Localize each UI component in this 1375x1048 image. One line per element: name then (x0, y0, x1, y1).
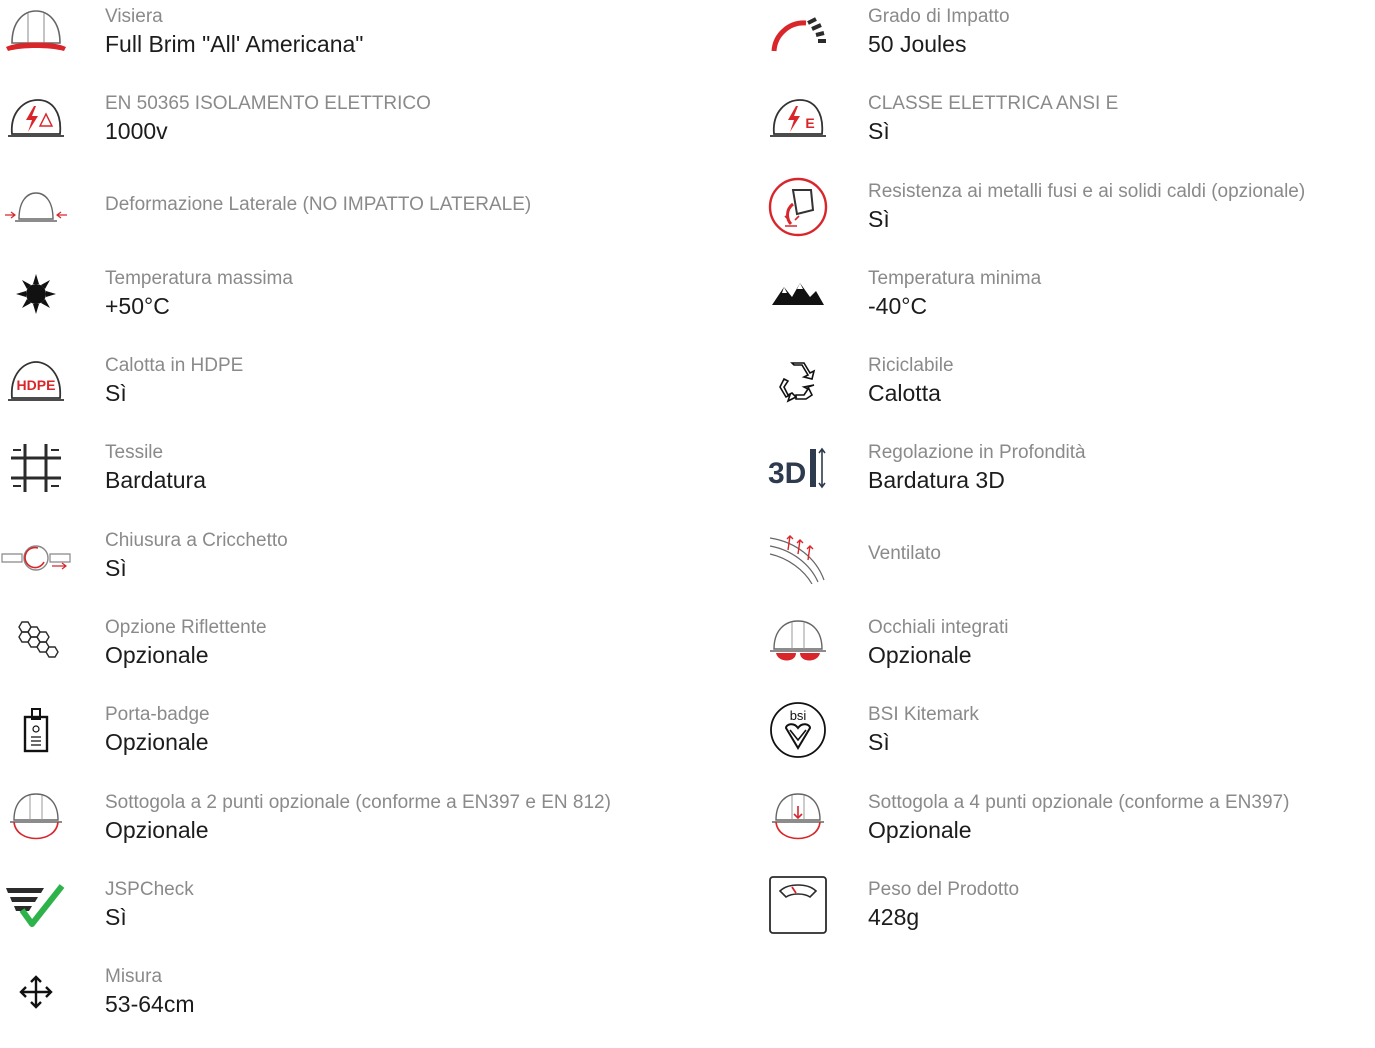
feature-label: Misura (105, 966, 163, 988)
3d-adjust-icon: 3D (762, 436, 834, 500)
feature-value: Opzionale (868, 642, 972, 669)
feature-row: Tessile Bardatura (0, 436, 740, 523)
feature-row: 3D Regolazione in Profondità Bardatura 3… (762, 436, 1375, 523)
svg-text:3D: 3D (768, 457, 806, 490)
feature-value: 428g (868, 903, 920, 930)
ratchet-icon (0, 524, 72, 588)
integrated-goggles-icon (762, 611, 834, 675)
feature-row: Resistenza ai metalli fusi e ai solidi c… (762, 175, 1375, 262)
feature-label: Opzione Riflettente (105, 617, 267, 639)
feature-label: Temperatura massima (105, 267, 293, 289)
feature-label: Grado di Impatto (868, 6, 1010, 27)
feature-value: Opzionale (868, 816, 972, 843)
feature-row: Deformazione Laterale (NO IMPATTO LATERA… (0, 175, 740, 262)
feature-label: Calotta in HDPE (105, 355, 244, 377)
feature-label: CLASSE ELETTRICA ANSI E (868, 93, 1119, 115)
feature-row: E CLASSE ELETTRICA ANSI E Sì (762, 87, 1375, 174)
feature-row: Temperatura massima +50°C (0, 262, 740, 349)
feature-row: Misura 53-64cm (0, 960, 740, 1047)
lateral-deformation-icon (0, 175, 72, 239)
feature-label: BSI Kitemark (868, 704, 979, 726)
textile-icon (0, 436, 72, 500)
feature-value: Full Brim "All' Americana" (105, 31, 364, 57)
svg-text:HDPE: HDPE (17, 377, 56, 393)
feature-label: Sottogola a 4 punti opzionale (conforme … (868, 791, 1290, 813)
reflective-hex-icon (0, 611, 72, 675)
bsi-kitemark-icon: bsi (762, 698, 834, 762)
electrical-class-e-icon: E (762, 87, 834, 151)
hdpe-helmet-icon: HDPE (0, 349, 72, 413)
feature-label: Tessile (105, 442, 164, 464)
svg-text:E: E (805, 115, 814, 131)
feature-label: Sottogola a 2 punti opzionale (conforme … (105, 791, 611, 813)
feature-row: Visiera Full Brim "All' Americana" (0, 0, 740, 87)
feature-label: Deformazione Laterale (NO IMPATTO LATERA… (105, 193, 532, 215)
feature-label: Ventilato (868, 542, 941, 564)
scale-icon (762, 873, 834, 937)
feature-label: Peso del Prodotto (868, 878, 1020, 900)
features-left-column: Visiera Full Brim "All' Americana" EN 50… (0, 0, 740, 1048)
feature-value: Opzionale (105, 642, 209, 669)
feature-row: Porta-badge Opzionale (0, 698, 740, 785)
feature-label: JSPCheck (105, 878, 194, 900)
molten-metal-icon (762, 175, 834, 239)
feature-value: Sì (105, 554, 127, 581)
feature-row: Opzione Riflettente Opzionale (0, 611, 740, 698)
feature-label: Riciclabile (868, 355, 954, 377)
feature-label: Regolazione in Profondità (868, 442, 1086, 464)
feature-value: Calotta (868, 380, 941, 407)
feature-row: Ventilato (762, 524, 1375, 611)
feature-value: -40°C (868, 292, 928, 319)
feature-row: Occhiali integrati Opzionale (762, 611, 1375, 698)
feature-value: Bardatura 3D (868, 467, 1005, 494)
feature-row: HDPE Calotta in HDPE Sì (0, 349, 740, 436)
svg-text:bsi: bsi (790, 708, 807, 723)
feature-value: +50°C (105, 292, 170, 319)
feature-row: Grado di Impatto 50 Joules (762, 0, 1375, 87)
ventilated-icon (762, 524, 834, 588)
visor-helmet-icon (0, 0, 72, 64)
feature-row: Riciclabile Calotta (762, 349, 1375, 436)
features-right-column: Grado di Impatto 50 Joules E CLASSE ELET… (762, 0, 1375, 960)
feature-value: Opzionale (105, 816, 209, 843)
feature-row: JSPCheck Sì (0, 873, 740, 960)
badge-holder-icon (0, 698, 72, 762)
feature-row: Sottogola a 4 punti opzionale (conforme … (762, 786, 1375, 873)
chinstrap-2pt-icon (0, 786, 72, 850)
feature-label: Temperatura minima (868, 267, 1042, 289)
feature-value: Sì (868, 205, 890, 232)
feature-label: Porta-badge (105, 704, 210, 726)
feature-row: EN 50365 ISOLAMENTO ELETTRICO 1000v (0, 87, 740, 174)
electrical-insulation-icon (0, 87, 72, 151)
feature-value: Opzionale (105, 729, 209, 756)
mountains-icon (762, 262, 834, 326)
feature-row: bsi BSI Kitemark Sì (762, 698, 1375, 785)
sun-icon (0, 262, 72, 326)
feature-label: Visiera (105, 6, 163, 27)
feature-row: Temperatura minima -40°C (762, 262, 1375, 349)
feature-value: Sì (868, 729, 890, 756)
feature-value: 50 Joules (868, 31, 967, 57)
feature-label: Chiusura a Cricchetto (105, 529, 288, 551)
feature-label: Resistenza ai metalli fusi e ai solidi c… (868, 180, 1306, 202)
feature-value: Bardatura (105, 467, 207, 494)
feature-value: Sì (105, 903, 127, 930)
feature-label: Occhiali integrati (868, 617, 1009, 639)
feature-value: Sì (105, 380, 127, 407)
impact-gauge-icon (762, 0, 834, 64)
recycle-icon (762, 349, 834, 413)
feature-row: Chiusura a Cricchetto Sì (0, 524, 740, 611)
feature-label: EN 50365 ISOLAMENTO ELETTRICO (105, 93, 431, 115)
feature-value: Sì (868, 118, 890, 145)
jspcheck-icon (0, 873, 72, 937)
feature-row: Sottogola a 2 punti opzionale (conforme … (0, 786, 740, 873)
feature-row: Peso del Prodotto 428g (762, 873, 1375, 960)
chinstrap-4pt-icon (762, 786, 834, 850)
feature-value: 1000v (105, 118, 168, 145)
